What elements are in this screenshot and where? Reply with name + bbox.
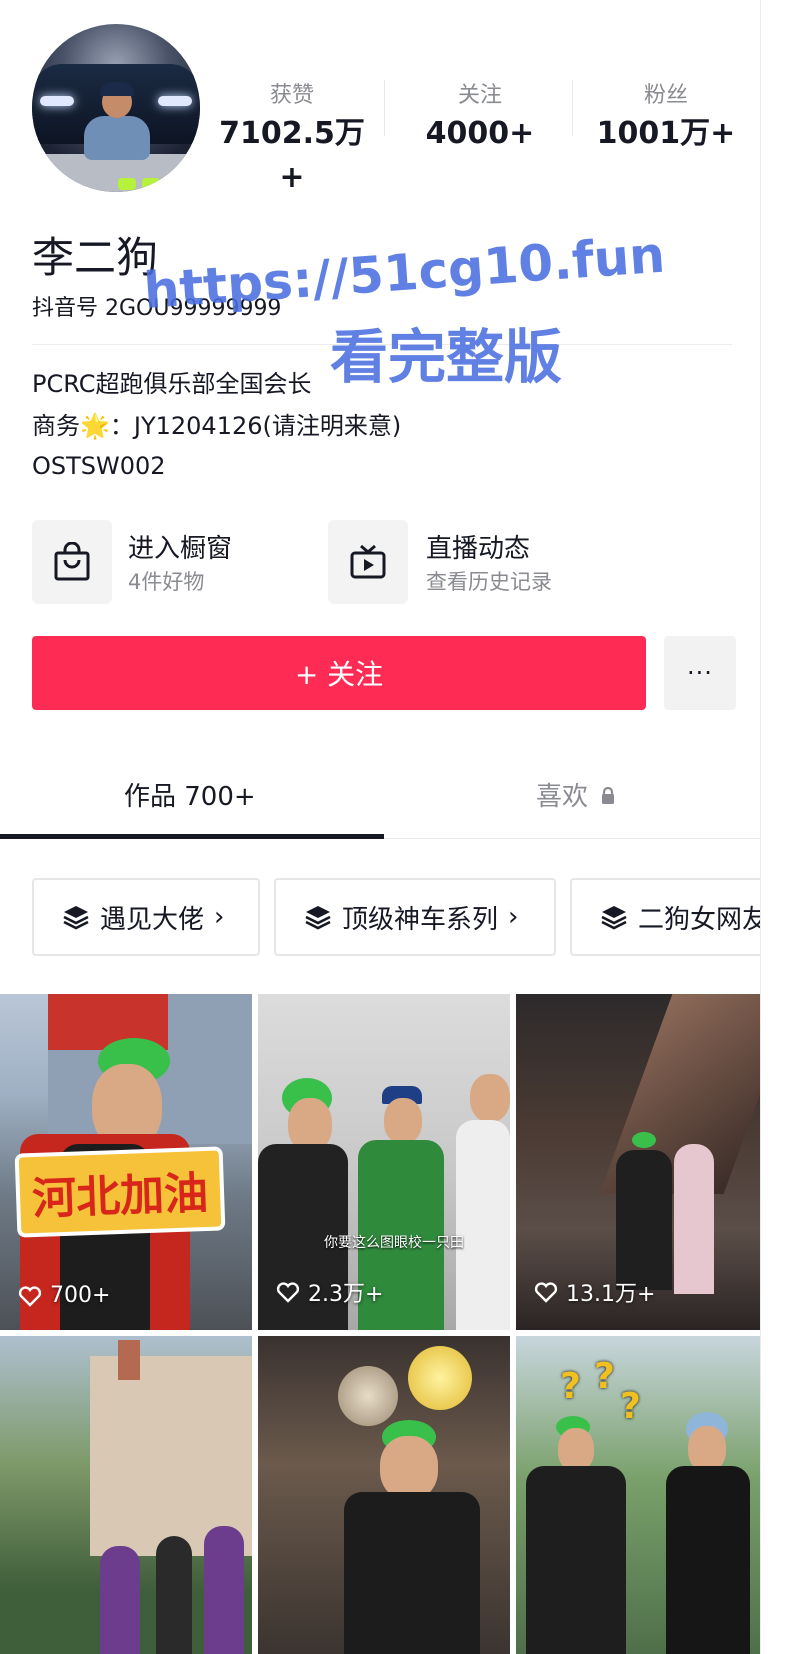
stat-likes-value: 7102.5万+ — [219, 116, 365, 195]
profile-page: 获赞 7102.5万+ 关注 4000+ 粉丝 1001万+ 李二狗 抖音号 2… — [0, 0, 760, 1654]
green-hair — [632, 1132, 656, 1148]
person-shirt — [666, 1466, 750, 1654]
video-tile[interactable]: ? ? ? — [516, 1336, 760, 1654]
person-outfit — [204, 1526, 244, 1654]
collection-label: 顶级神车系列 — [342, 904, 499, 935]
avatar-person-cap — [100, 82, 134, 96]
shop-card-title[interactable]: 进入橱窗 — [128, 528, 232, 565]
video-likes: 700+ — [18, 1283, 110, 1308]
stat-followers-label: 粉丝 — [643, 83, 688, 108]
watermark-text: 看完整版 — [330, 323, 563, 391]
lamp-bulb — [338, 1366, 398, 1426]
avatar[interactable] — [32, 24, 200, 192]
shopping-bag-icon — [54, 542, 90, 581]
tab-likes[interactable]: 喜欢 — [536, 776, 616, 813]
stat-divider — [384, 80, 385, 136]
collection-chip[interactable]: 遇见大佬 › — [32, 878, 260, 956]
video-tile[interactable]: 你要这么图眼校一只田 2.3万+ — [258, 994, 510, 1330]
tab-likes-label: 喜欢 — [536, 782, 589, 812]
question-mark-icon: ? — [560, 1366, 581, 1407]
lamp-bulb — [408, 1346, 472, 1410]
collection-chip[interactable]: 二狗女网友 — [570, 878, 760, 956]
collection-chip[interactable]: 顶级神车系列 › — [274, 878, 556, 956]
person-outfit — [100, 1546, 140, 1654]
stat-following-label: 关注 — [457, 83, 502, 108]
avatar-person-body — [84, 116, 150, 160]
heart-icon — [18, 1285, 42, 1307]
question-mark-icon: ? — [620, 1386, 641, 1427]
follow-button[interactable]: + 关注 — [32, 636, 646, 710]
heart-icon — [276, 1282, 300, 1303]
watermark-url: https://51cg10.fun — [141, 225, 667, 320]
chevron-right-icon: › — [214, 902, 225, 932]
person-dress — [674, 1144, 714, 1294]
stat-followers[interactable]: 粉丝 1001万+ — [596, 80, 736, 156]
more-options-button[interactable]: ··· — [664, 636, 736, 710]
tab-active-indicator — [0, 834, 384, 839]
stat-likes-label: 获赞 — [269, 83, 314, 108]
video-overlay-text: 你要这么图眼校一只田 — [324, 1235, 464, 1251]
avatar-headlight-right — [158, 96, 192, 106]
chevron-right-icon: › — [508, 902, 519, 932]
person-shirt — [456, 1120, 510, 1330]
video-tile[interactable] — [0, 1336, 252, 1654]
collection-label: 遇见大佬 — [100, 904, 205, 935]
chimney — [118, 1340, 140, 1380]
shop-card-subtitle: 4件好物 — [128, 570, 205, 594]
question-mark-icon: ? — [594, 1356, 615, 1397]
collection-stack-icon — [62, 904, 90, 930]
live-card-subtitle: 查看历史记录 — [426, 570, 552, 594]
collection-label: 二狗女网友 — [638, 904, 760, 935]
heart-icon — [534, 1282, 558, 1303]
video-likes-count: 700+ — [50, 1283, 111, 1308]
avatar-headlight-left — [40, 96, 74, 106]
video-tile[interactable]: 河北加油 700+ — [0, 994, 252, 1330]
video-likes: 13.1万+ — [534, 1276, 655, 1308]
live-card-icon-box[interactable] — [328, 520, 408, 604]
live-tv-icon — [350, 544, 386, 579]
bio-line-3: OSTSW002 — [32, 452, 166, 480]
person-outfit — [156, 1536, 192, 1654]
video-tile[interactable] — [258, 1336, 510, 1654]
collection-stack-icon — [304, 904, 332, 930]
right-edge-margin — [760, 0, 800, 1654]
person-face — [470, 1074, 510, 1122]
avatar-shoe-right — [142, 178, 160, 190]
person-shirt — [526, 1466, 626, 1654]
bio-line-2: 商务🌟：JY1204126(请注明来意) — [32, 412, 402, 440]
shop-card-icon-box[interactable] — [32, 520, 112, 604]
person-coat — [616, 1150, 672, 1290]
tab-works[interactable]: 作品 700+ — [124, 776, 256, 813]
person-face — [384, 1098, 422, 1144]
lock-icon — [602, 786, 615, 804]
collection-stack-icon — [600, 904, 628, 930]
stat-divider — [572, 80, 573, 136]
bio-line-1: PCRC超跑俱乐部全国会长 — [32, 370, 312, 398]
video-tile[interactable]: 13.1万+ — [516, 994, 760, 1330]
video-likes-count: 13.1万+ — [566, 1282, 656, 1307]
stat-following[interactable]: 关注 4000+ — [410, 80, 550, 156]
profile-name: 李二狗 — [32, 233, 159, 282]
live-card-title[interactable]: 直播动态 — [426, 528, 530, 565]
video-likes: 2.3万+ — [276, 1276, 383, 1308]
stat-following-value: 4000+ — [425, 116, 535, 151]
stat-followers-value: 1001万+ — [596, 116, 736, 151]
stat-likes[interactable]: 获赞 7102.5万+ — [212, 80, 372, 200]
avatar-shoe-left — [118, 178, 136, 190]
video-overlay-text: 河北加油 — [14, 1146, 226, 1238]
video-likes-count: 2.3万+ — [308, 1282, 384, 1307]
person-shirt — [344, 1492, 480, 1654]
person-face — [380, 1436, 438, 1500]
